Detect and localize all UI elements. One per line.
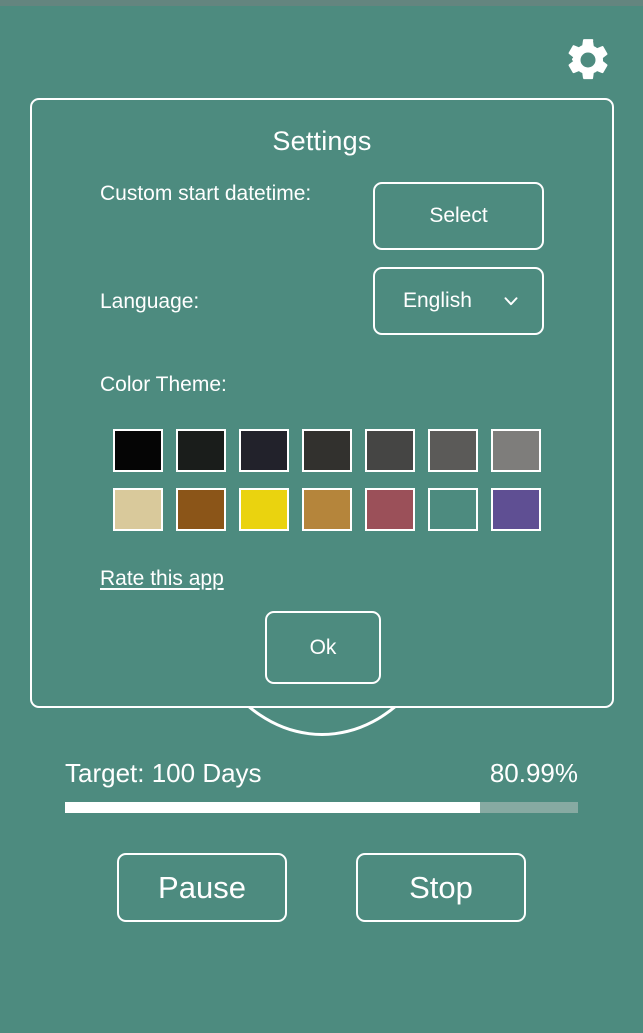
ok-button[interactable]: Ok [265,611,381,684]
swatch-gray-1[interactable] [358,425,421,476]
status-bar [0,0,643,6]
swatch-purple[interactable] [484,484,547,535]
swatch-dark-navy[interactable] [232,425,295,476]
swatch-maroon[interactable] [358,484,421,535]
swatch-dark-gray[interactable] [295,425,358,476]
swatch-gray-2-chip [427,429,478,472]
swatch-ochre-chip [301,488,352,531]
swatch-near-black-chip [175,429,226,472]
swatch-sand[interactable] [106,484,169,535]
swatch-brown-chip [175,488,226,531]
stop-button[interactable]: Stop [356,853,526,922]
progress-bar[interactable] [65,802,578,813]
swatch-transparent-chip [427,488,478,531]
swatch-maroon-chip [364,488,415,531]
dialog-title: Settings [272,126,372,156]
color-theme-swatch-grid [106,425,576,535]
swatch-yellow-chip [238,488,289,531]
swatch-near-black[interactable] [169,425,232,476]
swatch-ochre[interactable] [295,484,358,535]
progress-bar-fill [65,802,481,813]
language-dropdown[interactable]: English [373,267,544,335]
pause-button[interactable]: Pause [117,853,287,922]
target-row: Target: 100 Days 80.99% [65,758,578,789]
settings-gear-button[interactable] [562,34,614,86]
select-datetime-button[interactable]: Select [373,182,544,250]
target-label: Target: 100 Days [65,758,262,788]
chevron-down-icon [500,290,522,312]
language-label: Language: [100,290,200,313]
color-theme-label: Color Theme: [100,373,227,396]
swatch-black[interactable] [106,425,169,476]
swatch-brown[interactable] [169,484,232,535]
swatch-row-1 [106,425,576,476]
gear-icon [563,35,613,85]
swatch-black-chip [112,429,163,472]
swatch-gray-3-chip [490,429,541,472]
target-percent-label: 80.99% [489,758,578,788]
swatch-yellow[interactable] [232,484,295,535]
swatch-sand-chip [112,488,163,531]
swatch-gray-1-chip [364,429,415,472]
swatch-dark-navy-chip [238,429,289,472]
settings-dialog: Settings Custom start datetime: Select L… [30,98,614,708]
swatch-dark-gray-chip [301,429,352,472]
swatch-purple-chip [490,488,541,531]
swatch-gray-2[interactable] [421,425,484,476]
action-buttons: Pause Stop [0,853,643,922]
swatch-gray-3[interactable] [484,425,547,476]
swatch-transparent[interactable] [421,484,484,535]
swatch-row-2 [106,484,576,535]
custom-start-datetime-label: Custom start datetime: [100,182,312,205]
rate-this-app-link[interactable]: Rate this app [100,567,224,591]
language-selected-value: English [403,289,472,312]
